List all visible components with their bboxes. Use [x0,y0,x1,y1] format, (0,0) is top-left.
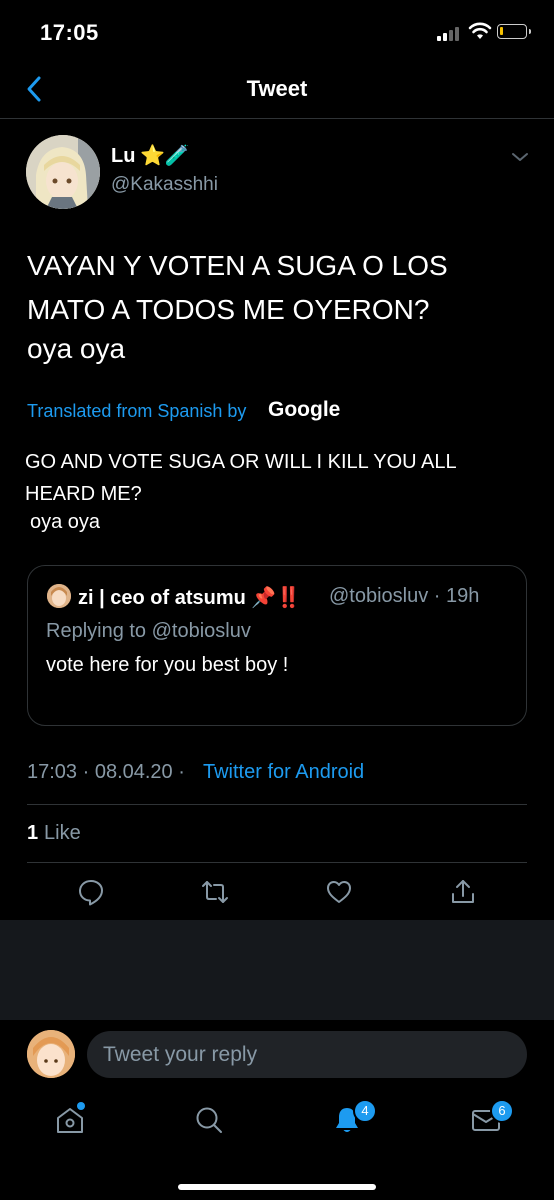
home-new-dot [77,1102,85,1110]
divider [0,118,554,119]
translation-line: oya oya [30,511,101,533]
quote-avatar [47,584,71,608]
empty-replies-area [0,920,554,1020]
tweet-source-link[interactable]: Twitter for Android [203,761,364,784]
author-name-emoji: ⭐🧪 [140,145,190,167]
tweet-text: VAYAN Y VOTEN A SUGA O LOS MATO A TODOS … [27,244,527,332]
likes-label[interactable]: Like [44,822,81,845]
battery-icon [497,24,531,39]
tweet-text-line: VAYAN Y VOTEN A SUGA O LOS [27,250,448,281]
likes-count[interactable]: 1 [27,822,38,845]
translation-line: GO AND VOTE SUGA OR WILL I KILL YOU ALL [25,451,457,473]
author-avatar[interactable] [26,135,100,209]
author-name[interactable]: Lu [111,145,135,168]
wifi-icon [468,22,492,39]
google-logo: Google [268,398,341,421]
home-indicator [178,1184,376,1190]
tweet-timestamp: 17:03 · 08.04.20 · [27,761,185,783]
quote-handle-time: @tobiosluv · 19h [329,585,480,607]
user-avatar[interactable] [27,1030,75,1078]
quote-text: vote here for you best boy ! [46,654,289,676]
tweet-text-line: oya oya [27,333,126,364]
notifications-badge: 4 [353,1099,377,1123]
chevron-down-icon[interactable] [510,150,530,164]
search-icon[interactable] [193,1104,225,1136]
tweet-text-line: MATO A TODOS ME OYERON? [27,294,430,325]
reply-icon[interactable] [77,878,105,906]
like-heart-icon[interactable] [325,878,353,906]
translation-line: HEARD ME? [25,483,142,505]
reply-placeholder: Tweet your reply [103,1043,258,1066]
retweet-icon[interactable] [201,878,229,906]
divider [27,804,527,805]
quote-replying-to: Replying to @tobiosluv [46,620,251,642]
divider [27,862,527,863]
share-icon[interactable] [449,878,477,906]
author-handle[interactable]: @Kakasshhi [111,174,218,196]
page-title: Tweet [246,76,308,101]
translation-text: GO AND VOTE SUGA OR WILL I KILL YOU ALL … [25,446,525,510]
status-time: 17:05 [40,20,99,45]
quote-author-name: zi | ceo of atsumu 📌‼️ [78,587,302,609]
messages-badge: 6 [490,1099,514,1123]
translated-label[interactable]: Translated from Spanish by [27,401,246,422]
cell-signal-icon [437,27,463,41]
